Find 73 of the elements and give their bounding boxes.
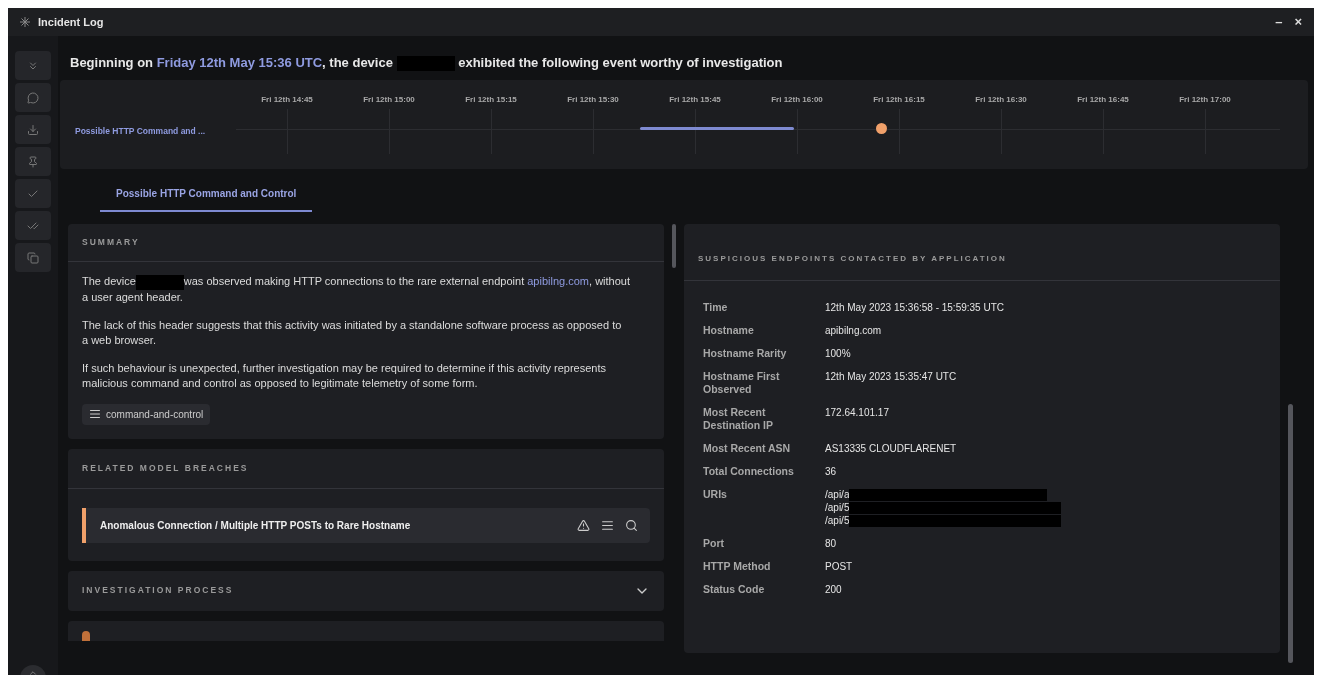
sidebar-button[interactable]: [15, 179, 51, 208]
timeline-tick-label: Fri 12th 16:30: [975, 94, 1027, 106]
timeline-tick-label: Fri 12th 15:00: [363, 94, 415, 106]
field-value: AS13335 CLOUDFLARENET: [825, 442, 957, 455]
sidebar-button[interactable]: [15, 115, 51, 144]
timeline-tick-label: Fri 12th 15:15: [465, 94, 517, 106]
list-icon[interactable]: [601, 518, 614, 532]
copy-icon: [27, 251, 39, 264]
tag-label: command-and-control: [106, 407, 204, 422]
field-label: Status Code: [703, 583, 766, 596]
headline: Beginning on Friday 12th May 15:36 UTC, the device exhibited the following event worthy of investigation: [70, 54, 784, 71]
card-heading: INVESTIGATION PROCESS: [82, 584, 234, 597]
field-value: 200: [825, 583, 842, 596]
field-label: Most Recent ASN: [703, 442, 792, 455]
field-value: 100%: [825, 347, 851, 360]
sidebar-button[interactable]: [15, 211, 51, 240]
sidebar-button[interactable]: [15, 243, 51, 272]
close-button[interactable]: ×: [1294, 12, 1302, 32]
event-marker: [876, 123, 887, 134]
sidebar-button[interactable]: [15, 147, 51, 176]
timeline-tick-label: Fri 12th 15:45: [669, 94, 721, 106]
field-label: Port: [703, 537, 725, 550]
field-value: 80: [825, 537, 837, 550]
card-heading: SUSPICIOUS ENDPOINTS CONTACTED BY APPLICATION: [684, 224, 1280, 281]
search-icon[interactable]: [625, 518, 638, 532]
summary-paragraph: If such behaviour is unexpected, further investigation may be required to determine if this activity represents malicious command and control as opposed to legitimate telemetry of some form.: [82, 360, 607, 391]
timeline-tick-label: Fri 12th 16:15: [873, 94, 925, 106]
sidebar-button[interactable]: [15, 51, 51, 80]
field-label: Most Recent Destination IP: [703, 406, 774, 432]
field-label: URIs: [703, 488, 728, 502]
field-label: Time: [703, 301, 729, 314]
summary-paragraph: The lack of this header suggests that this activity was initiated by a standalone software process as opposed to a web browser.: [82, 317, 623, 348]
field-value: /api/5: [825, 501, 1062, 514]
warning-icon[interactable]: [577, 518, 590, 532]
timeline-tick-label: Fri 12th 14:45: [261, 94, 313, 106]
list-icon: [89, 408, 101, 421]
timeline-tick-label: Fri 12th 16:45: [1077, 94, 1129, 106]
pin-icon: [27, 155, 39, 168]
field-value: apibilng.com: [825, 324, 882, 337]
field-label: HTTP Method: [703, 560, 772, 573]
speech-bubble-icon: [27, 91, 39, 104]
breach-row[interactable]: Anomalous Connection / Multiple HTTP POSTs to Rare Hostname: [82, 507, 650, 543]
card-heading: RELATED MODEL BREACHES: [68, 448, 664, 489]
window-title: Incident Log: [38, 14, 104, 30]
investigation-card[interactable]: INVESTIGATION PROCESS: [68, 570, 664, 611]
card-heading: SUMMARY: [68, 224, 664, 262]
timeline-tick-label: Fri 12th 17:00: [1179, 94, 1231, 106]
timeline-tick-label: Fri 12th 15:30: [567, 94, 619, 106]
field-value: 36: [825, 465, 837, 478]
field-value: POST: [825, 560, 853, 573]
endpoint-link[interactable]: apibilng.com: [527, 275, 589, 287]
app-logo-icon: [20, 17, 30, 27]
timeline-event-label[interactable]: Possible HTTP Command and ...: [60, 80, 236, 169]
breach-title: Anomalous Connection / Multiple HTTP POSTs to Rare Hostname: [100, 518, 411, 533]
redaction-bar: [135, 274, 184, 290]
summary-paragraph: The device was observed making HTTP connections to the rare external endpoint apibilng.com, without a user agent header.: [82, 274, 631, 305]
field-value: 12th May 2023 15:35:47 UTC: [825, 370, 957, 383]
field-value: 172.64.101.17: [825, 406, 889, 419]
field-label: Hostname First Observed: [703, 370, 781, 396]
field-label: Total Connections: [703, 465, 795, 478]
field-value: 12th May 2023 15:36:58 - 15:59:35 UTC: [825, 301, 1004, 314]
download-icon: [27, 123, 39, 136]
field-value: /api/5: [825, 514, 1062, 527]
tag-chip[interactable]: command-and-control: [82, 403, 211, 425]
sidebar-button[interactable]: [15, 83, 51, 112]
field-label: Hostname: [703, 324, 755, 337]
chevron-up-icon: [28, 668, 38, 675]
minimize-button[interactable]: –: [1275, 12, 1283, 32]
tab[interactable]: Possible HTTP Command and Control: [100, 179, 313, 212]
timeline-tick-label: Fri 12th 16:00: [771, 94, 823, 106]
double-chevron-down-icon: [27, 59, 39, 72]
field-label: Hostname Rarity: [703, 347, 788, 360]
field-value: /api/a: [825, 488, 1062, 501]
